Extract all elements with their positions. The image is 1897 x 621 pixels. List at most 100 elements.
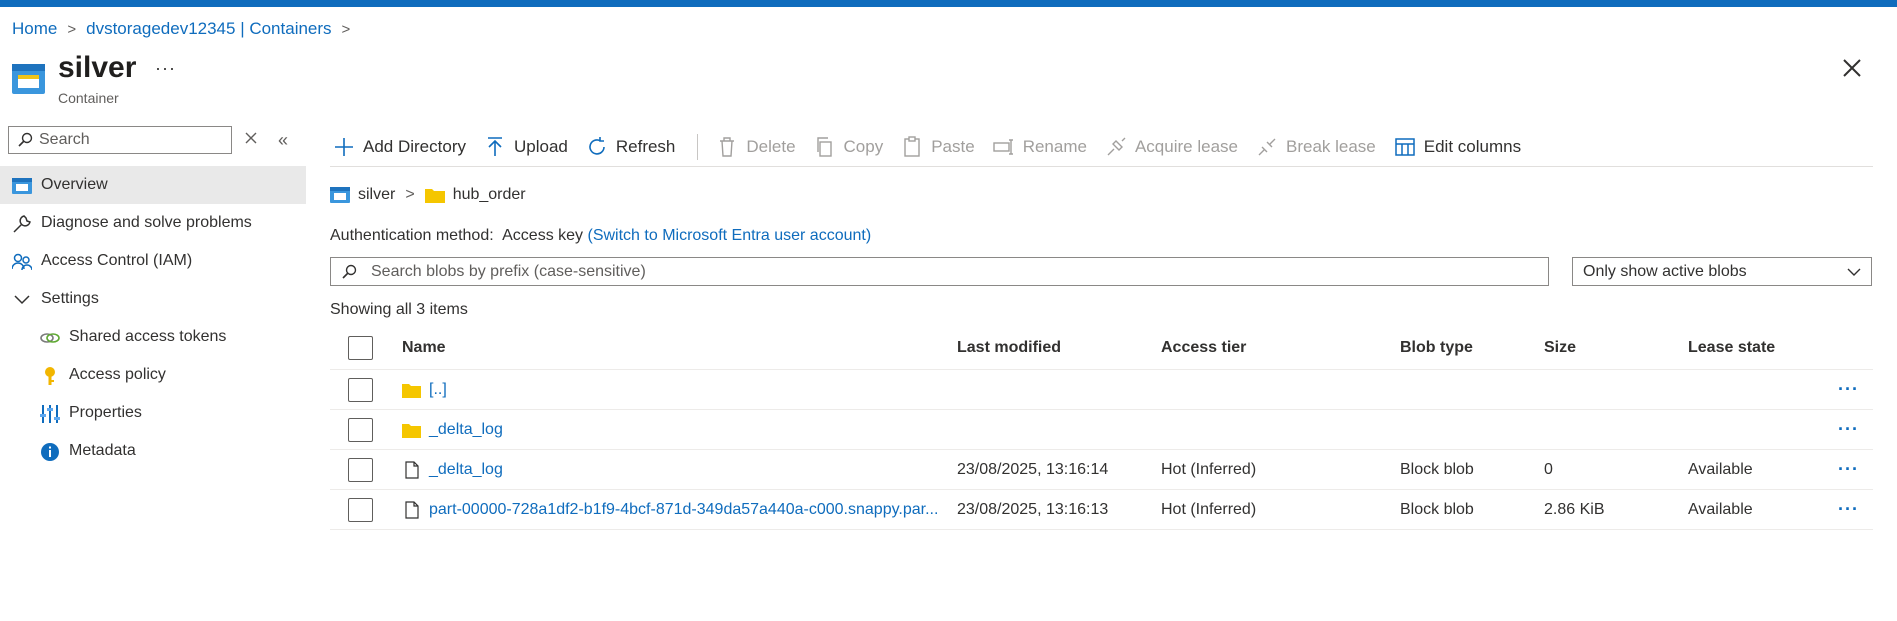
sidebar-item-settings[interactable]: Settings [0,280,306,318]
modified-cell: 23/08/2025, 13:16:14 [957,460,1109,478]
chevron-right-icon: > [405,186,415,203]
row-checkbox[interactable] [348,498,373,522]
sidebar-item-properties[interactable]: Properties [0,394,306,432]
break-lease-button[interactable]: Break lease [1256,136,1376,158]
row-checkbox[interactable] [348,458,373,482]
sidebar-item-diagnose[interactable]: Diagnose and solve problems [0,204,306,242]
blob-name-link[interactable]: part-00000-728a1df2-b1f9-4bcf-871d-349da… [429,501,938,519]
table-row[interactable]: [..] ··· [330,370,1873,410]
sidebar-item-overview[interactable]: Overview [0,166,306,204]
key-icon [45,367,55,385]
sidebar-item-access-policy[interactable]: Access policy [0,356,306,394]
copy-label: Copy [843,137,884,156]
break-lease-label: Break lease [1285,137,1376,156]
auth-label: Authentication method: [330,227,494,244]
sidebar-search-box[interactable] [8,126,232,154]
more-options-button[interactable]: ··· [155,58,176,79]
lease-cell: Available [1688,460,1753,478]
name-cell: [..] [402,370,447,409]
wrench-icon [13,215,31,233]
name-cell: _delta_log [402,410,503,449]
tier-cell: Hot (Inferred) [1161,500,1257,518]
rename-label: Rename [1022,137,1087,156]
rename-button[interactable]: Rename [993,136,1087,158]
close-icon[interactable] [1841,57,1863,79]
chevron-right-icon: > [341,20,351,38]
trash-icon [720,137,735,157]
blob-name-link[interactable]: _delta_log [429,461,503,479]
tier-cell: Hot (Inferred) [1161,460,1257,478]
row-more-button[interactable]: ··· [1838,490,1859,529]
row-more-button[interactable]: ··· [1838,370,1859,409]
refresh-icon [589,137,605,155]
blob-search-input[interactable] [371,262,1521,281]
info-icon [41,443,59,461]
upload-label: Upload [513,137,568,156]
paste-button[interactable]: Paste [901,136,975,158]
sidebar-nav: Overview Diagnose and solve problems Acc… [0,166,306,470]
table-row[interactable]: _delta_log ··· [330,410,1873,450]
container-icon [330,187,350,203]
file-icon [405,460,419,479]
link-icon [40,333,60,343]
switch-auth-link[interactable]: (Switch to Microsoft Entra user account) [588,227,872,244]
container-icon [12,178,32,194]
blob-search-box[interactable] [330,257,1549,286]
row-more-button[interactable]: ··· [1838,450,1859,489]
sidebar-item-label: Overview [41,176,108,193]
page-subtitle: Container [58,90,119,106]
column-header-lease[interactable]: Lease state [1688,326,1775,369]
collapse-sidebar-button[interactable]: « [278,130,288,151]
sidebar-item-shared-access-tokens[interactable]: Shared access tokens [0,318,306,356]
upload-button[interactable]: Upload [484,136,568,158]
sidebar-item-label: Diagnose and solve problems [41,214,252,231]
add-directory-button[interactable]: Add Directory [333,136,466,158]
page-title: silver [58,51,137,84]
modified-cell: 23/08/2025, 13:16:13 [957,500,1109,518]
auth-value: Access key [502,227,584,244]
command-toolbar: Add Directory Upload Refresh Delete Copy… [333,132,1539,162]
copy-button[interactable]: Copy [814,136,884,158]
row-more-button[interactable]: ··· [1838,410,1859,449]
breadcrumb-home[interactable]: Home [12,19,57,39]
clear-search-icon[interactable] [243,130,259,146]
select-all-checkbox[interactable] [348,336,373,360]
toolbar-divider-line [330,166,1873,167]
lease-icon [1107,137,1126,156]
blob-name-link[interactable]: _delta_log [429,421,503,439]
acquire-lease-button[interactable]: Acquire lease [1105,136,1238,158]
paste-label: Paste [931,137,975,156]
column-header-size[interactable]: Size [1544,326,1576,369]
table-row[interactable]: part-00000-728a1df2-b1f9-4bcf-871d-349da… [330,490,1873,530]
row-checkbox[interactable] [348,418,373,442]
people-icon [12,253,32,271]
column-header-type[interactable]: Blob type [1400,326,1473,369]
refresh-button[interactable]: Refresh [586,136,675,158]
column-header-modified[interactable]: Last modified [957,326,1061,369]
search-icon [18,132,33,147]
size-cell: 2.86 KiB [1544,500,1605,518]
column-header-tier[interactable]: Access tier [1161,326,1246,369]
sidebar-item-metadata[interactable]: Metadata [0,432,306,470]
blob-filter-dropdown[interactable]: Only show active blobs [1572,257,1872,286]
chevron-down-icon [14,295,30,305]
name-cell: _delta_log [402,450,503,489]
blob-name-link[interactable]: [..] [429,381,447,399]
sidebar-item-label: Settings [41,290,99,307]
column-header-name[interactable]: Name [402,326,446,369]
table-row[interactable]: _delta_log 23/08/2025, 13:16:14 Hot (Inf… [330,450,1873,490]
delete-button[interactable]: Delete [716,136,796,158]
breadcrumb-account[interactable]: dvstoragedev12345 | Containers [86,19,331,39]
path-folder[interactable]: hub_order [453,186,526,204]
plus-icon [335,138,353,156]
sidebar-search-input[interactable] [39,131,219,149]
row-checkbox[interactable] [348,378,373,402]
edit-columns-button[interactable]: Edit columns [1394,136,1521,158]
sidebar-item-label: Metadata [69,442,136,459]
table-header-row: Name Last modified Access tier Blob type… [330,326,1873,370]
blob-table: Name Last modified Access tier Blob type… [330,326,1873,530]
path-container[interactable]: silver [358,186,395,204]
size-cell: 0 [1544,460,1553,478]
sidebar-item-iam[interactable]: Access Control (IAM) [0,242,306,280]
sidebar-item-label: Shared access tokens [69,328,227,345]
